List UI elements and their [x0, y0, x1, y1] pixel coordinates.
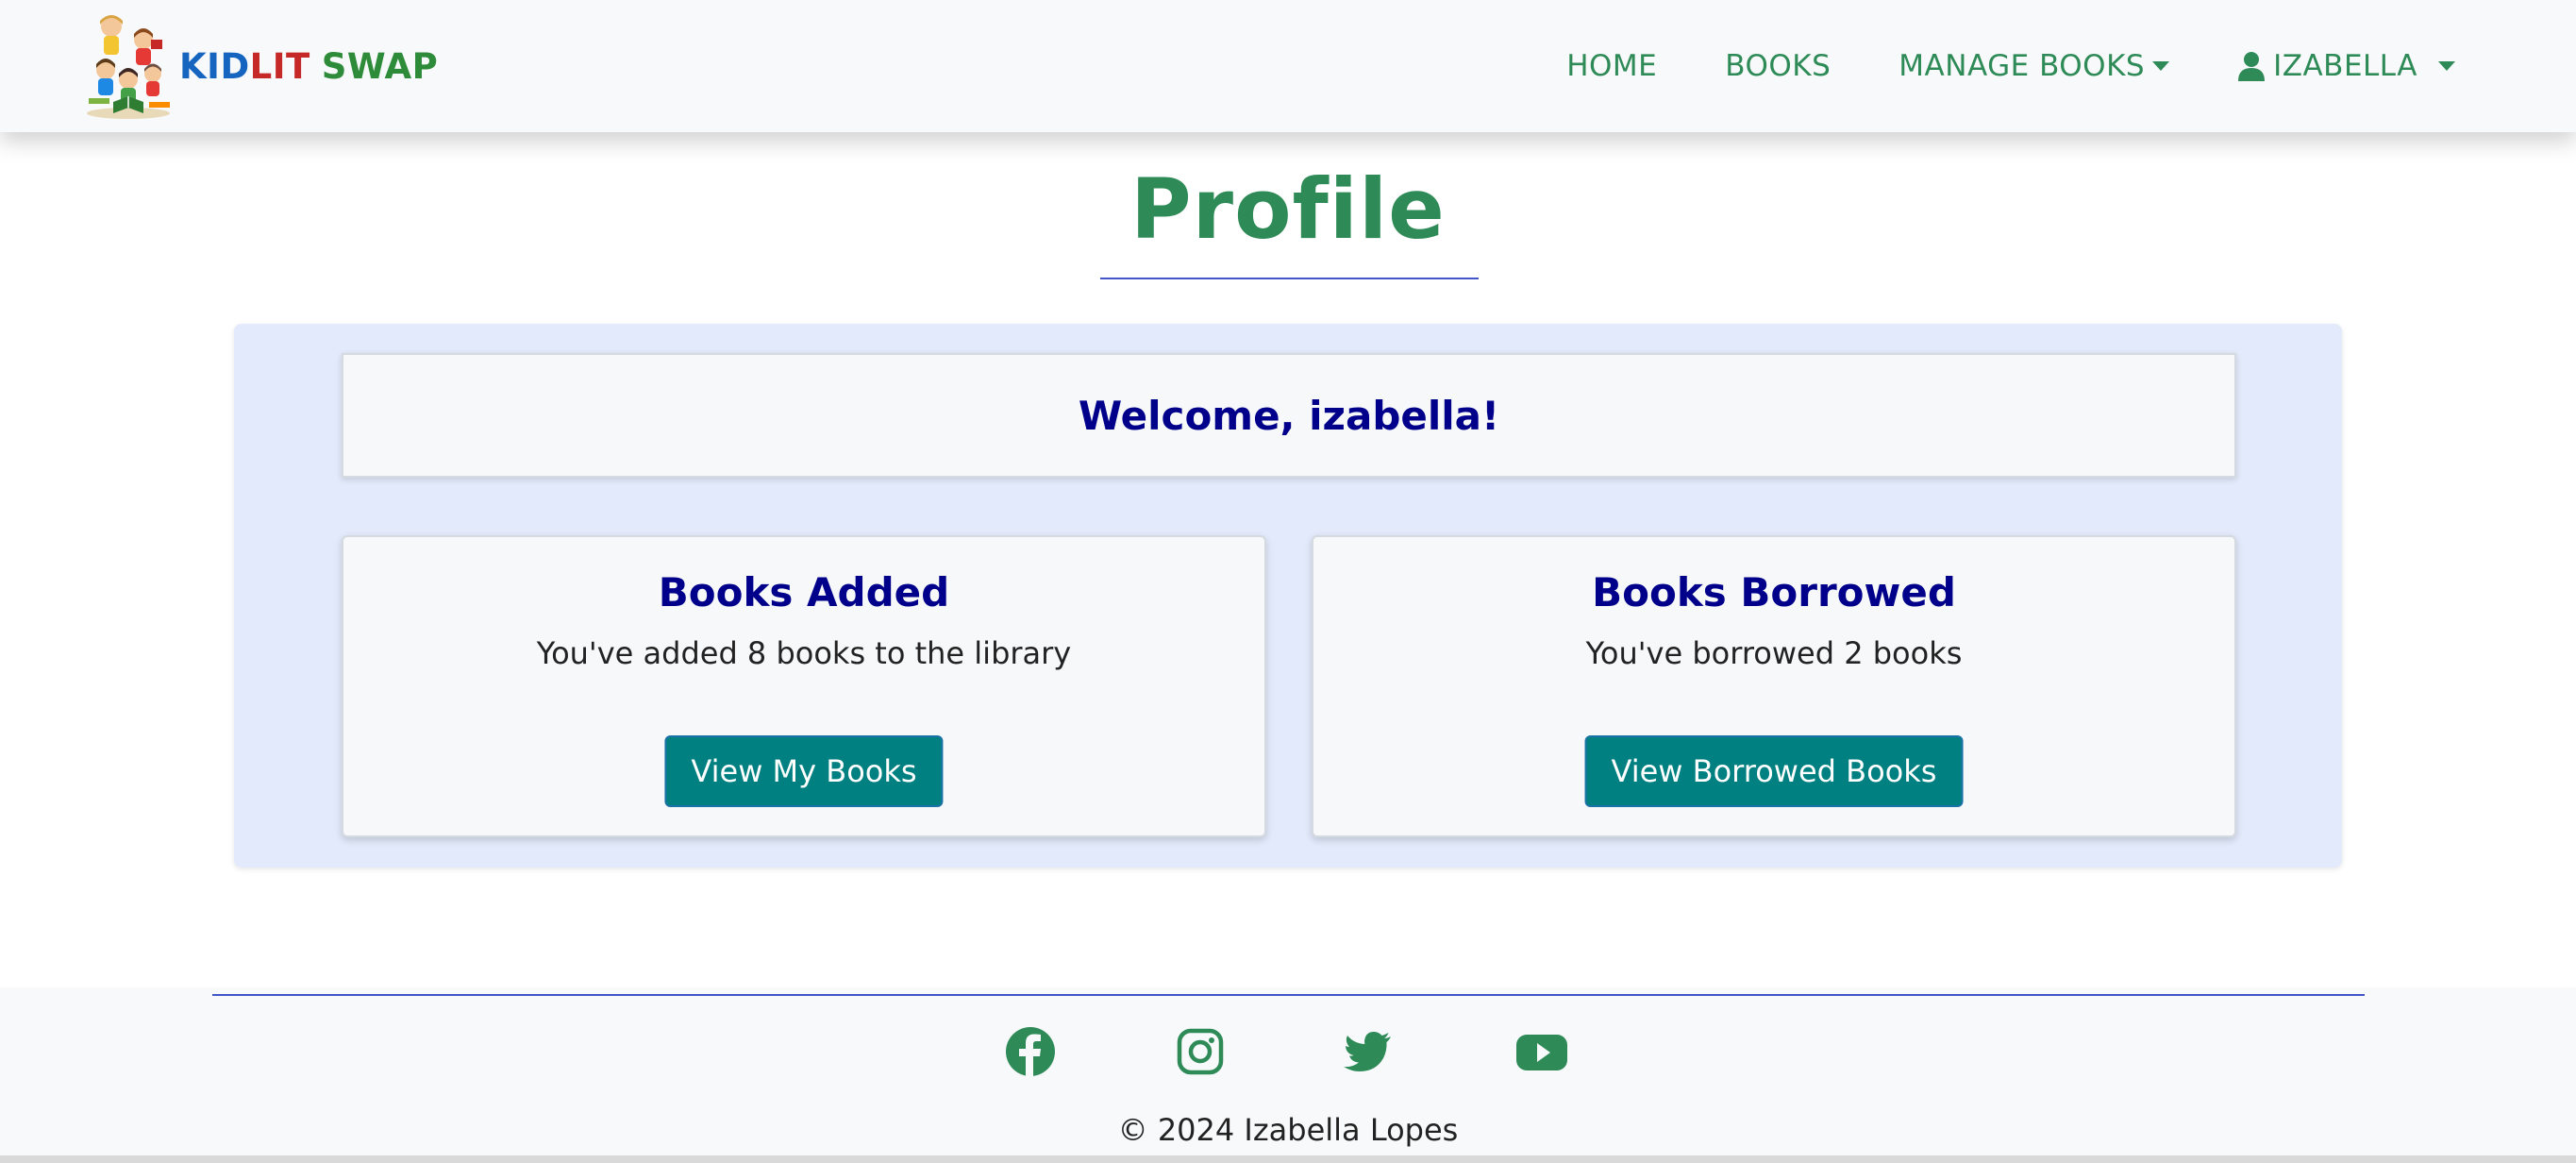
nav-user-dropdown[interactable]: IZABELLA	[2237, 49, 2455, 83]
footer: © 2024 Izabella Lopes	[0, 987, 2576, 1157]
brand-word-swap: SWAP	[321, 45, 439, 87]
welcome-message: Welcome, izabella!	[1078, 392, 1500, 439]
caret-down-icon	[2438, 61, 2455, 71]
nav-books[interactable]: BOOKS	[1725, 49, 1831, 83]
books-added-text: You've added 8 books to the library	[536, 635, 1072, 671]
nav-links: HOME BOOKS MANAGE BOOKS IZABELLA	[1498, 0, 2455, 132]
books-added-card: Books Added You've added 8 books to the …	[342, 535, 1266, 837]
social-links	[0, 1025, 2576, 1091]
view-my-books-button[interactable]: View My Books	[664, 735, 944, 807]
copyright-text: © 2024 Izabella Lopes	[1117, 1112, 1459, 1148]
nav-user-label: IZABELLA	[2273, 49, 2417, 83]
books-borrowed-card: Books Borrowed You've borrowed 2 books V…	[1312, 535, 2236, 837]
youtube-icon[interactable]	[1515, 1025, 1568, 1078]
caret-down-icon	[2152, 61, 2170, 71]
title-underline	[1100, 278, 1479, 279]
nav-manage-books-dropdown[interactable]: MANAGE BOOKS	[1899, 49, 2170, 83]
kids-reading-logo	[87, 15, 170, 119]
twitter-icon[interactable]	[1342, 1025, 1395, 1078]
books-added-title: Books Added	[658, 569, 950, 615]
brand-word-lit: LIT	[249, 45, 310, 87]
page: KIDLIT SWAP HOME BOOKS MANAGE BOOKS IZABE…	[0, 0, 2576, 1163]
brand-word-kid: KID	[179, 45, 250, 87]
page-title: Profile	[1130, 160, 1446, 258]
instagram-icon[interactable]	[1174, 1025, 1227, 1078]
horizontal-scrollbar[interactable]	[0, 1155, 2576, 1163]
user-icon	[2238, 52, 2266, 81]
view-borrowed-books-button[interactable]: View Borrowed Books	[1584, 735, 1964, 807]
nav-manage-books-label: MANAGE BOOKS	[1899, 49, 2146, 83]
nav-home[interactable]: HOME	[1566, 49, 1657, 83]
brand-name: KIDLIT SWAP	[179, 49, 438, 84]
welcome-box: Welcome, izabella!	[342, 353, 2236, 478]
brand-link[interactable]: KIDLIT SWAP	[81, 11, 438, 121]
books-borrowed-text: You've borrowed 2 books	[1585, 635, 1963, 671]
footer-divider	[212, 994, 2365, 996]
books-borrowed-title: Books Borrowed	[1592, 569, 1956, 615]
facebook-icon[interactable]	[1004, 1025, 1057, 1078]
navbar: KIDLIT SWAP HOME BOOKS MANAGE BOOKS IZABE…	[0, 0, 2576, 132]
